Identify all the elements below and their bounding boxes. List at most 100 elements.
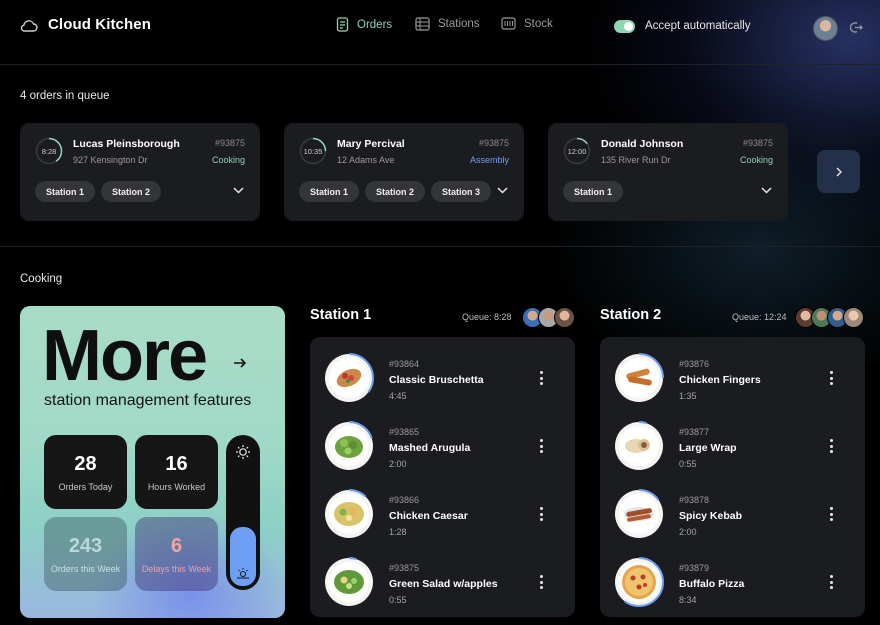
item-time: 8:34 — [679, 595, 697, 605]
chevron-down-icon[interactable] — [497, 187, 508, 194]
chevron-down-icon[interactable] — [761, 187, 772, 194]
arrow-right-icon[interactable] — [233, 357, 247, 369]
stat-orders-week: 243 Orders this Week — [44, 517, 127, 591]
item-name: Chicken Caesar — [389, 510, 468, 522]
promo-subline: station management features — [44, 392, 252, 409]
app-title: Cloud Kitchen — [48, 16, 151, 33]
more-options-icon[interactable] — [540, 371, 544, 388]
header-divider — [0, 64, 880, 65]
timer-text: 8:28 — [41, 146, 57, 156]
item-name: Large Wrap — [679, 442, 737, 454]
list-item[interactable]: #93878 Spicy Kebab 2:00 — [614, 489, 854, 539]
item-time: 1:28 — [389, 527, 407, 537]
more-options-icon[interactable] — [830, 575, 834, 592]
accept-automatically-toggle[interactable] — [614, 20, 635, 33]
item-time: 2:00 — [679, 527, 697, 537]
stat-label: Delays this Week — [141, 563, 212, 574]
customer-name: Mary Percival — [337, 138, 405, 150]
item-order-id: #93866 — [389, 495, 420, 505]
item-order-id: #93879 — [679, 563, 710, 573]
more-options-icon[interactable] — [830, 439, 834, 456]
dish-image — [324, 557, 374, 607]
nav-stock[interactable]: Stock — [501, 17, 553, 30]
station-chip[interactable]: Station 1 — [299, 181, 360, 202]
customer-address: 135 River Run Dr — [601, 155, 671, 165]
station-chips: Station 1 Station 2 — [35, 181, 162, 202]
list-item[interactable]: #93876 Chicken Fingers 1:35 — [614, 353, 854, 403]
order-card[interactable]: 12:00 Donald Johnson 135 River Run Dr #9387… — [548, 123, 788, 221]
nav-stations[interactable]: Stations — [415, 17, 480, 31]
stock-icon — [501, 17, 516, 30]
order-status: Assembly — [469, 155, 509, 165]
stat-orders-today: 28 Orders Today — [44, 435, 127, 509]
avatar[interactable] — [843, 307, 864, 328]
station-chips: Station 1 — [563, 181, 624, 202]
order-status: Cooking — [211, 155, 245, 165]
logout-icon[interactable] — [850, 21, 863, 34]
list-item[interactable]: #93865 Mashed Arugula 2:00 — [324, 421, 564, 471]
more-options-icon[interactable] — [540, 439, 544, 456]
item-time: 4:45 — [389, 391, 407, 401]
item-time: 0:55 — [679, 459, 697, 469]
station-2-panel: #93876 Chicken Fingers 1:35 #93877 Large Wra… — [600, 337, 865, 617]
brightness-slider[interactable] — [226, 435, 260, 590]
stat-hours-worked: 16 Hours Worked — [135, 435, 218, 509]
station-1-avatars[interactable] — [522, 307, 575, 328]
nav-orders[interactable]: Orders — [336, 17, 392, 32]
order-id: #93875 — [742, 138, 773, 148]
item-name: Classic Bruschetta — [389, 374, 484, 386]
item-order-id: #93876 — [679, 359, 710, 369]
next-orders-button[interactable] — [817, 150, 860, 193]
promo-card[interactable]: More station management features 28 Orde… — [20, 306, 285, 618]
list-item[interactable]: #93877 Large Wrap 0:55 — [614, 421, 854, 471]
nav-stations-label: Stations — [438, 18, 480, 30]
stat-value: 6 — [170, 534, 183, 557]
order-card[interactable]: 8:28 Lucas Pleinsborough 927 Kensington Dr… — [20, 123, 260, 221]
station-chip[interactable]: Station 1 — [563, 181, 624, 202]
station-chip[interactable]: Station 3 — [431, 181, 492, 202]
more-options-icon[interactable] — [830, 507, 834, 524]
list-item[interactable]: #93866 Chicken Caesar 1:28 — [324, 489, 564, 539]
more-options-icon[interactable] — [540, 575, 544, 592]
promo-headline: More — [42, 316, 208, 396]
item-order-id: #93865 — [389, 427, 420, 437]
brand[interactable]: Cloud Kitchen — [20, 16, 151, 33]
stat-label: Hours Worked — [147, 481, 206, 492]
customer-name: Lucas Pleinsborough — [73, 138, 180, 150]
station-1-panel: #93864 Classic Bruschetta 4:45 #93865 Mashed… — [310, 337, 575, 617]
accept-automatically-label: Accept automatically — [645, 20, 751, 32]
station-chip[interactable]: Station 2 — [365, 181, 426, 202]
more-options-icon[interactable] — [830, 371, 834, 388]
stations-icon — [415, 17, 430, 31]
nav-orders-label: Orders — [357, 18, 393, 31]
list-item[interactable]: #93875 Green Salad w/apples 0:55 — [324, 557, 564, 607]
station-chip[interactable]: Station 1 — [35, 181, 96, 202]
item-order-id: #93878 — [679, 495, 710, 505]
station-2-avatars[interactable] — [795, 307, 864, 328]
nav-stock-label: Stock — [524, 17, 553, 30]
avatar[interactable] — [813, 16, 838, 41]
dish-image — [614, 353, 664, 403]
queue-title: 4 orders in queue — [20, 90, 110, 102]
list-item[interactable]: #93864 Classic Bruschetta 4:45 — [324, 353, 564, 403]
order-card[interactable]: 10:35 Mary Percival 12 Adams Ave #93875 Asse… — [284, 123, 524, 221]
item-time: 2:00 — [389, 459, 407, 469]
customer-address: 12 Adams Ave — [337, 155, 395, 165]
station-2-title: Station 2 — [600, 307, 662, 323]
avatar[interactable] — [554, 307, 575, 328]
dish-image — [324, 353, 374, 403]
station-chip[interactable]: Station 2 — [101, 181, 162, 202]
order-id: #93875 — [214, 138, 245, 148]
station-1-queue: Queue: 8:28 — [462, 312, 512, 322]
item-name: Chicken Fingers — [679, 374, 761, 386]
cloud-icon — [20, 19, 38, 32]
customer-address: 927 Kensington Dr — [73, 155, 148, 165]
station-1-title: Station 1 — [310, 307, 372, 323]
more-options-icon[interactable] — [540, 507, 544, 524]
list-item[interactable]: #93879 Buffalo Pizza 8:34 — [614, 557, 854, 607]
chevron-right-icon — [835, 166, 842, 177]
chevron-down-icon[interactable] — [233, 187, 244, 194]
item-order-id: #93864 — [389, 359, 420, 369]
queue-divider — [0, 246, 880, 247]
dish-image — [614, 421, 664, 471]
